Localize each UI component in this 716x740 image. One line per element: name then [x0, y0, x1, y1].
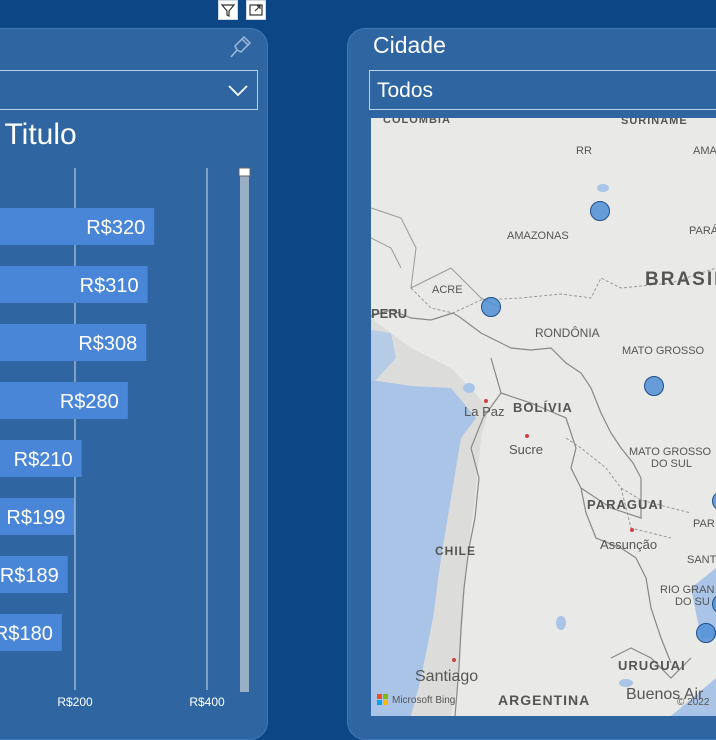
bar-data-label: R$180 — [0, 623, 53, 645]
map-label-mato-grosso: MATO GROSSO — [622, 345, 705, 357]
map-canvas: COLÔMBIA SURINAME RR AMA AMAZONAS PARÁ B… — [371, 118, 716, 716]
map-label-chile: CHILE — [435, 544, 476, 558]
map-label-par: PAR — [693, 518, 715, 530]
map-label-assuncao: Assunção — [600, 537, 657, 552]
map-label-para: PARÁ — [689, 224, 716, 237]
map-label-suriname: SURINAME — [621, 118, 688, 127]
map-bubble[interactable] — [645, 377, 664, 396]
map-label-argentina: ARGENTINA — [498, 692, 590, 708]
x-tick-label: R$400 — [189, 695, 225, 709]
map-label-rio-grande-line2: DO SU — [675, 596, 710, 608]
bar-data-label: R$310 — [80, 275, 139, 297]
chart-title: or Titulo — [0, 118, 77, 152]
pin-icon[interactable] — [228, 34, 254, 60]
left-filter-dropdown[interactable] — [0, 70, 258, 110]
focus-mode-icon-glyph — [247, 1, 265, 19]
map-label-rondonia: RONDÔNIA — [535, 325, 600, 340]
scrollbar-handle[interactable] — [239, 168, 250, 176]
map-label-mato-grosso-do-sul-line1: MATO GROSSO — [629, 446, 712, 458]
city-filter-selected: Todos — [377, 79, 433, 103]
map-label-acre: ACRE — [432, 284, 463, 296]
map-label-mato-grosso-do-sul-line2: DO SUL — [651, 458, 692, 470]
map-label-sucre: Sucre — [509, 442, 543, 457]
map-label-peru: PERU — [371, 306, 407, 321]
bar-data-label: R$210 — [14, 449, 73, 471]
map-bubble[interactable] — [697, 624, 716, 643]
bar-data-label: R$189 — [0, 565, 59, 587]
filter-icon-glyph — [219, 1, 237, 19]
bars-group: R$200 R$400 R$320 R$310 R$308 R$280 R$210 R$199… — [0, 168, 225, 709]
map-label-ama: AMA — [693, 145, 716, 157]
bar-data-label: R$199 — [6, 507, 65, 529]
map-visual[interactable]: COLÔMBIA SURINAME RR AMA AMAZONAS PARÁ B… — [371, 118, 716, 716]
map-label-paraguai: PARAGUAI — [587, 497, 663, 512]
map-bubble[interactable] — [591, 202, 610, 221]
city-filter-dropdown[interactable]: Todos — [369, 70, 716, 110]
map-bubble[interactable] — [482, 298, 501, 317]
x-tick-label: R$200 — [57, 695, 93, 709]
bar-data-label: R$308 — [78, 333, 137, 355]
map-label-la-paz: La Paz — [464, 404, 504, 419]
map-copyright: © 2022 — [677, 697, 710, 708]
filter-title: Cidade — [373, 32, 446, 59]
chevron-down-icon — [227, 81, 249, 99]
bar-chart: R$200 R$400 R$320 R$310 R$308 R$280 R$210 R$199… — [0, 160, 260, 720]
map-label-amazonas: AMAZONAS — [507, 230, 569, 242]
map-label-santiago: Santiago — [415, 668, 478, 685]
bar-data-label: R$320 — [86, 217, 145, 239]
map-label-bolivia: BOLÍVIA — [513, 400, 573, 415]
map-label-sant: SANT — [687, 554, 716, 566]
filter-icon[interactable] — [218, 0, 238, 20]
chart-scrollbar[interactable] — [240, 170, 249, 692]
map-label-uruguai: URUGUAI — [618, 658, 686, 673]
map-label-rr: RR — [576, 145, 592, 157]
map-label-brasil: BRASIL — [645, 269, 716, 290]
bar-data-label: R$280 — [60, 391, 119, 413]
focus-mode-icon[interactable] — [246, 0, 266, 20]
map-attribution: Microsoft Bing — [392, 695, 455, 706]
map-label-colombia: COLÔMBIA — [383, 118, 451, 126]
map-label-rio-grande-line1: RIO GRAN — [660, 584, 714, 596]
